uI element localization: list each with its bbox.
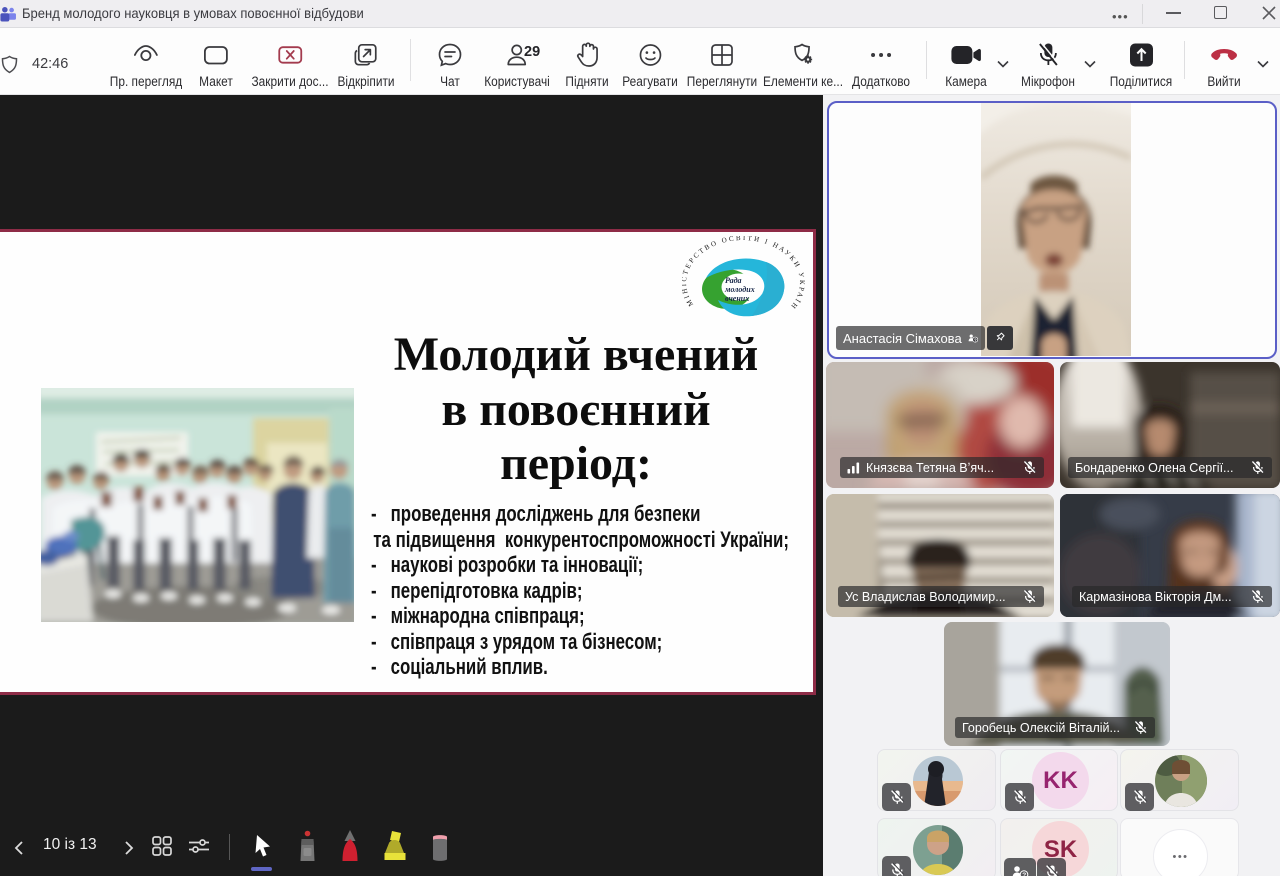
svg-text:?: ? bbox=[974, 337, 977, 342]
svg-text:вчених: вчених bbox=[725, 294, 749, 303]
svg-text:?: ? bbox=[1022, 872, 1026, 876]
svg-text:молодих: молодих bbox=[724, 285, 755, 294]
svg-text:Рада: Рада bbox=[725, 276, 742, 285]
